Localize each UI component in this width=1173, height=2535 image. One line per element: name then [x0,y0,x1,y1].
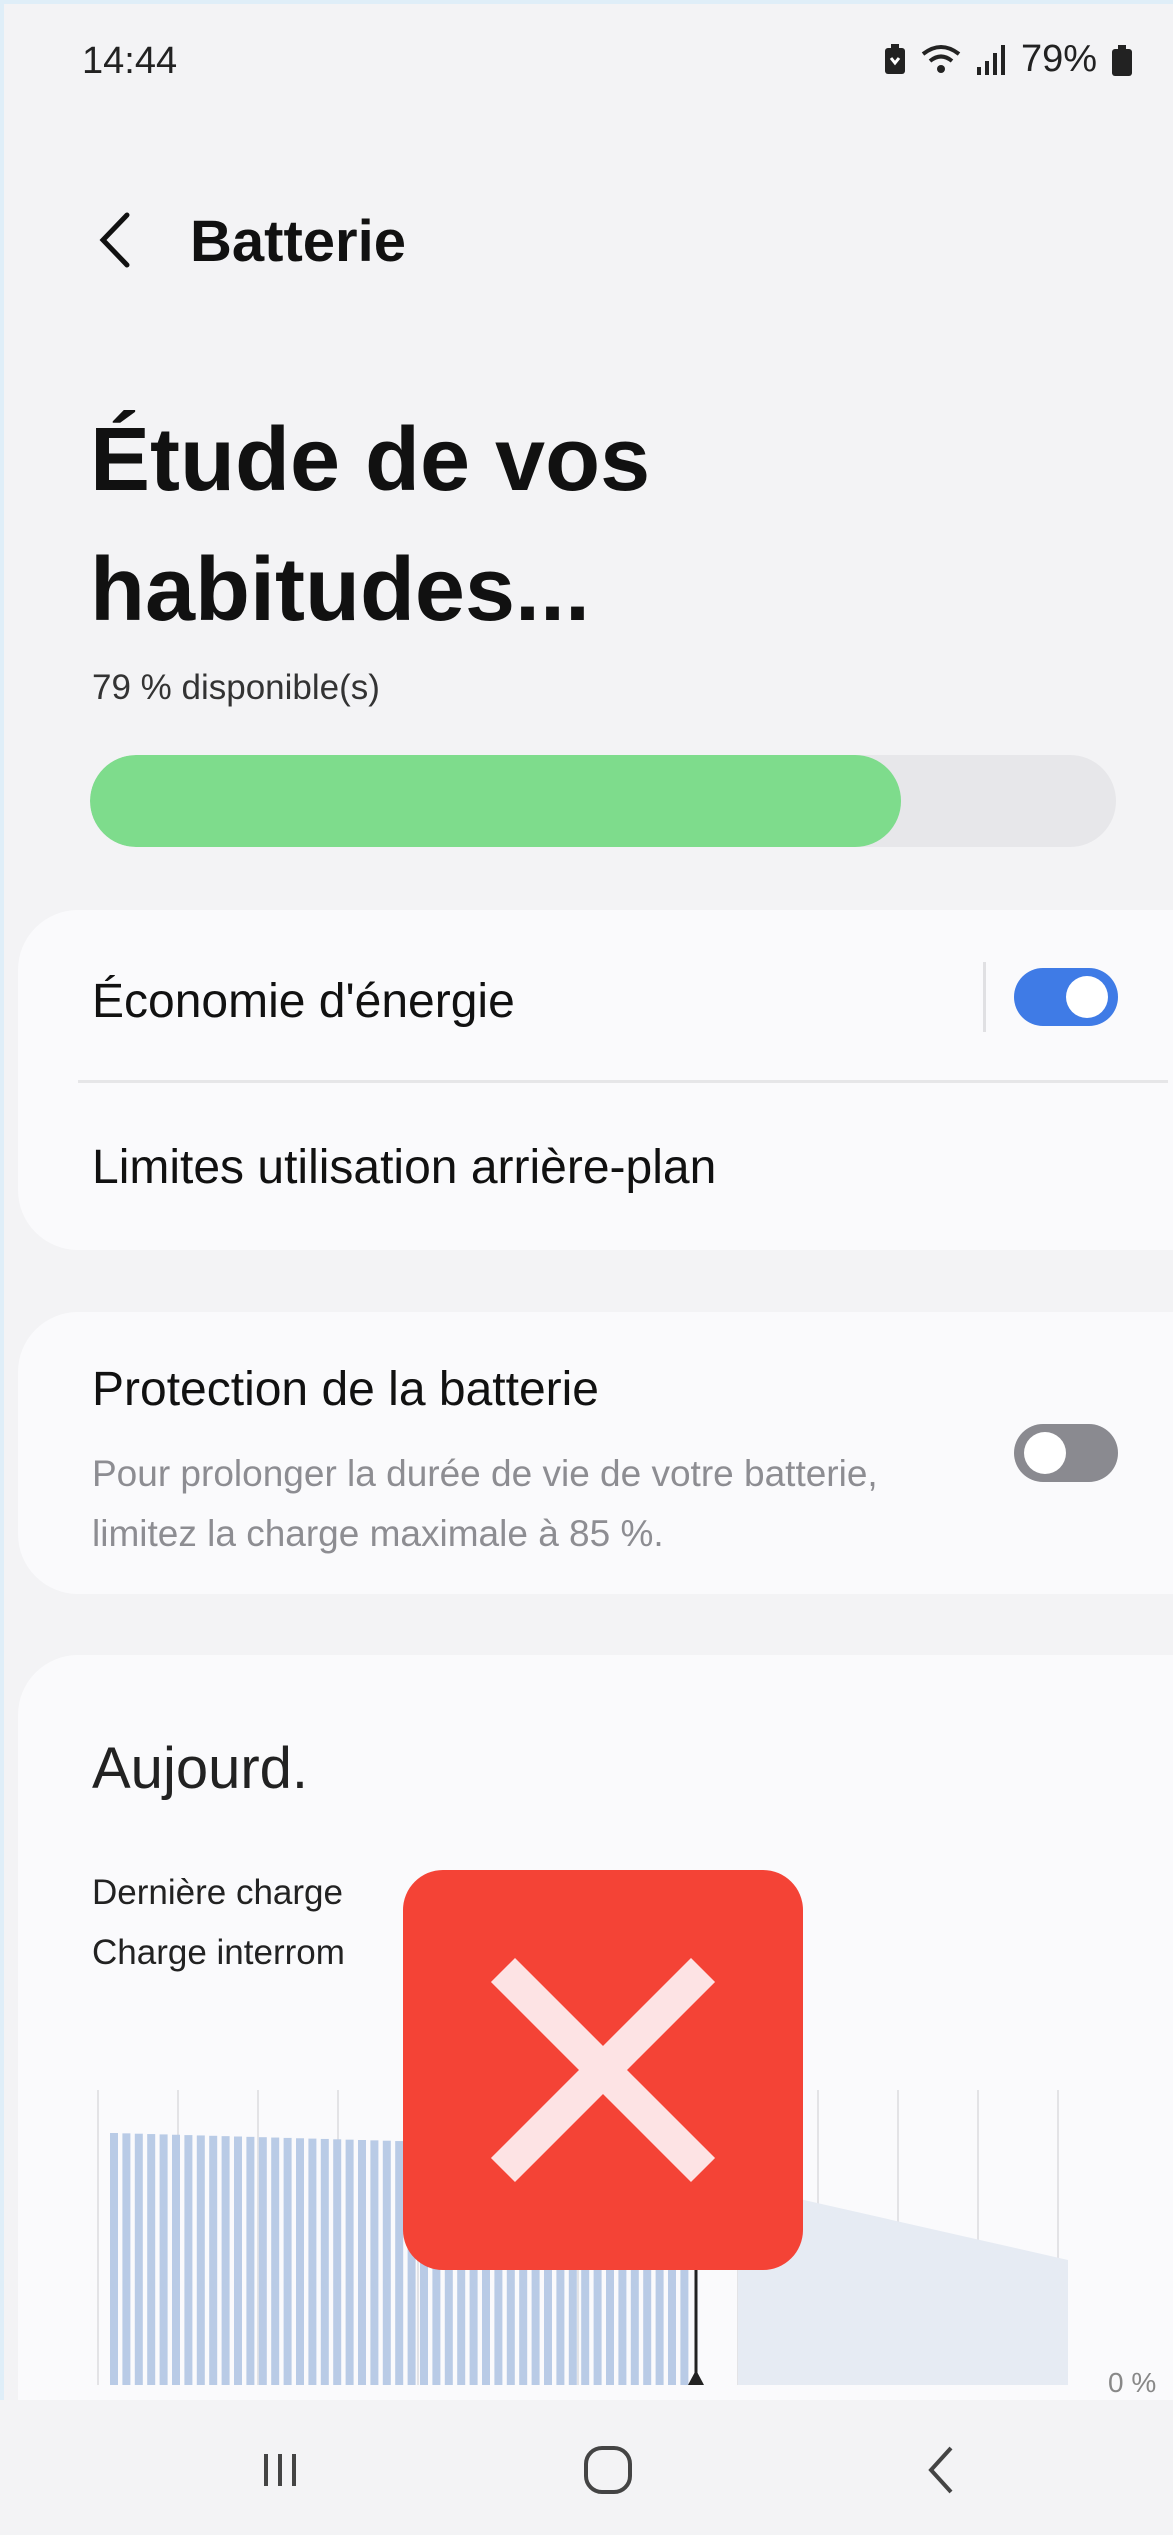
error-overlay[interactable] [403,1870,803,2270]
usage-bar [395,2141,404,2385]
usage-bar [333,2139,342,2385]
status-time: 14:44 [82,40,178,82]
home-icon [584,2446,632,2494]
signal-icon [975,44,1007,75]
battery-level-fill [90,755,901,847]
usage-bar [159,2134,168,2385]
home-button[interactable] [548,2430,668,2510]
recent-apps-icon [264,2454,296,2486]
usage-bar [345,2139,354,2385]
close-icon [490,1957,716,2183]
usage-bar [184,2135,193,2385]
battery-level-bar [90,755,1116,847]
usage-bar [196,2135,205,2385]
usage-bar [382,2140,391,2385]
power-saving-toggle[interactable] [1014,968,1118,1026]
usage-bar [320,2138,329,2385]
usage-bar [296,2138,304,2385]
battery-saver-icon [883,43,907,76]
page-title: Batterie [190,209,406,274]
usage-period-title: Aujourd. [92,1736,309,1801]
usage-bar [147,2134,156,2385]
usage-bar [308,2138,317,2385]
usage-bar [209,2135,218,2385]
battery-percent: 79% [1020,38,1097,80]
usage-bar [134,2133,143,2385]
recent-apps-button[interactable] [220,2430,340,2510]
power-saving-label[interactable]: Économie d'énergie [92,974,515,1029]
chevron-left-icon [99,212,130,268]
wifi-icon [921,44,961,76]
usage-bar [271,2137,280,2385]
battery-protection-description: Pour prolonger la durée de vie de votre … [92,1453,878,1554]
last-charge-text: Dernière charge [92,1873,343,1912]
back-nav-button[interactable] [880,2430,1000,2510]
usage-bar [122,2133,131,2385]
battery-icon [1111,44,1133,76]
usage-bar [358,2140,366,2385]
status-icons: 79% [883,38,1133,81]
usage-bar [258,2137,267,2385]
usage-bar [283,2137,292,2385]
divider [983,962,986,1032]
battery-available-text: 79 % disponible(s) [92,668,380,707]
usage-bar [370,2140,379,2385]
usage-bar [110,2133,118,2385]
chart-axis-label: 0 % [1108,2367,1157,2398]
background-limits-item[interactable]: Limites utilisation arrière-plan [92,1140,716,1195]
back-icon [928,2446,953,2494]
usage-bar [246,2136,255,2385]
divider [78,1080,1168,1083]
power-settings-card: Économie d'énergie Limites utilisation a… [18,910,1173,1250]
usage-bar [221,2136,230,2385]
charge-interrupted-text: Charge interrom [92,1933,345,1972]
usage-bar [234,2136,242,2385]
current-time-marker-arrow [688,2370,704,2385]
back-button[interactable] [86,200,142,280]
battery-status-heading: Étude de vos habitudes... [90,410,651,640]
battery-protection-card[interactable]: Protection de la batterie Pour prolonger… [18,1312,1173,1594]
battery-protection-label: Protection de la batterie [92,1363,599,1416]
navigation-bar [0,2400,1173,2535]
usage-bar [172,2134,180,2385]
battery-protection-toggle[interactable] [1014,1424,1118,1482]
